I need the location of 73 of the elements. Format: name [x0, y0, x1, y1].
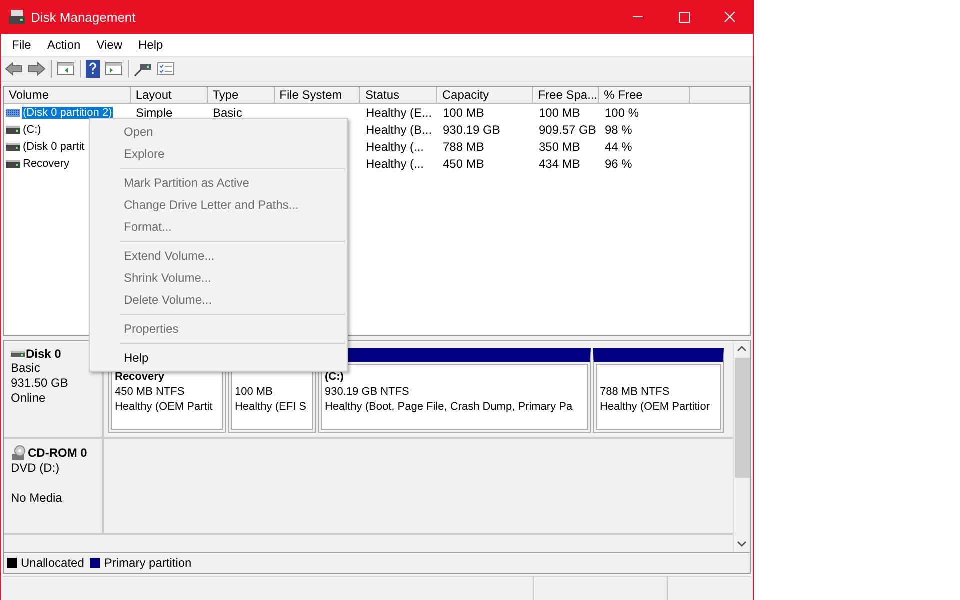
disk-info: Online — [11, 391, 47, 406]
striped-volume-icon — [6, 108, 20, 116]
column-header[interactable]: File System — [274, 87, 360, 104]
partition-status: Healthy (EFI S — [235, 400, 308, 415]
table-cell: 909.57 GB — [539, 122, 596, 136]
partition-label: Recovery — [115, 370, 166, 385]
disk-name: Disk 0 — [26, 347, 62, 361]
table-cell: Healthy (B... — [366, 122, 432, 136]
table-cell: 100 MB — [539, 106, 580, 120]
table-cell: 434 MB — [539, 156, 580, 170]
connect-icon[interactable] — [134, 61, 152, 77]
partition-size: 100 MB — [235, 385, 274, 400]
panel-icon[interactable] — [105, 61, 123, 77]
table-cell: 930.19 GB — [443, 122, 500, 136]
column-header[interactable]: Capacity — [437, 87, 534, 104]
column-header[interactable]: Free Spa... — [533, 87, 600, 104]
column-header[interactable]: % Free — [599, 87, 690, 104]
table-cell[interactable]: Recovery — [22, 158, 70, 170]
table-cell: 100 % — [605, 106, 640, 120]
drive-icon — [6, 142, 20, 150]
partition-block[interactable]: 788 MB NTFS Healthy (OEM Partitior — [593, 348, 724, 433]
drive-icon — [6, 126, 20, 134]
table-cell: Healthy (E... — [366, 106, 432, 120]
disk-name: CD-ROM 0 — [28, 446, 88, 460]
table-cell: 44 % — [605, 140, 632, 154]
table-cell: Simple — [136, 106, 173, 120]
menu-item[interactable]: Help — [130, 38, 172, 52]
table-cell: 98 % — [605, 122, 632, 136]
legend-label: Unallocated — [21, 556, 84, 570]
disk-info: No Media — [11, 491, 64, 506]
disk-info: Basic — [11, 361, 42, 376]
table-cell[interactable]: (Disk 0 partit — [22, 140, 86, 152]
partition-size: 450 MB NTFS — [115, 385, 186, 400]
scroll-down-icon[interactable] — [737, 540, 747, 548]
back-arrow-icon[interactable] — [5, 61, 23, 77]
partition-block[interactable]: (C:) 930.19 GB NTFS Healthy (Boot, Page File, Crash Dump, Primary Pa — [318, 348, 591, 433]
table-cell: 450 MB — [443, 156, 484, 170]
disk-drive-icon — [11, 351, 25, 357]
cd-drive-icon — [11, 445, 27, 461]
table-cell: 100 MB — [443, 106, 484, 120]
table-cell: 96 % — [605, 156, 632, 170]
scrollbar[interactable] — [733, 341, 750, 552]
table-cell: Healthy (... — [366, 140, 424, 154]
table-cell: Basic — [213, 106, 242, 120]
window-title: Disk Management — [31, 10, 136, 24]
legend-label: Primary partition — [104, 556, 192, 570]
partition-size: 930.19 GB NTFS — [325, 385, 410, 400]
column-header[interactable]: Layout — [130, 87, 208, 104]
drive-icon — [6, 160, 20, 168]
menu-item[interactable]: File — [4, 38, 40, 52]
forward-arrow-icon[interactable] — [28, 61, 46, 77]
disk-info: 931.50 GB — [11, 376, 70, 391]
column-header[interactable]: Type — [208, 87, 275, 104]
menu-item[interactable]: Action — [39, 38, 89, 52]
partition-status: Healthy (Boot, Page File, Crash Dump, Primary Pa — [325, 400, 574, 415]
panel-icon[interactable] — [57, 61, 75, 77]
help-icon[interactable] — [86, 60, 100, 78]
table-cell: 788 MB — [443, 140, 484, 154]
disk-drive-icon — [9, 10, 25, 24]
partition-size: 788 MB NTFS — [600, 385, 671, 400]
table-cell: 350 MB — [539, 140, 580, 154]
column-header[interactable]: Volume — [4, 87, 131, 104]
checklist-icon[interactable] — [157, 61, 175, 77]
partition-status: Healthy (OEM Partitior — [600, 400, 712, 415]
menu-item[interactable]: View — [88, 38, 130, 52]
partition-label: (C:) — [325, 370, 345, 385]
disk-info: DVD (D:) — [11, 461, 61, 476]
partition-status: Healthy (OEM Partit — [115, 400, 214, 415]
column-header[interactable]: Status — [360, 87, 438, 104]
table-cell: Healthy (... — [366, 156, 424, 170]
table-cell[interactable]: (Disk 0 partition 2) — [22, 106, 114, 118]
table-cell[interactable]: (C:) — [22, 124, 42, 136]
scroll-up-icon[interactable] — [737, 345, 747, 353]
